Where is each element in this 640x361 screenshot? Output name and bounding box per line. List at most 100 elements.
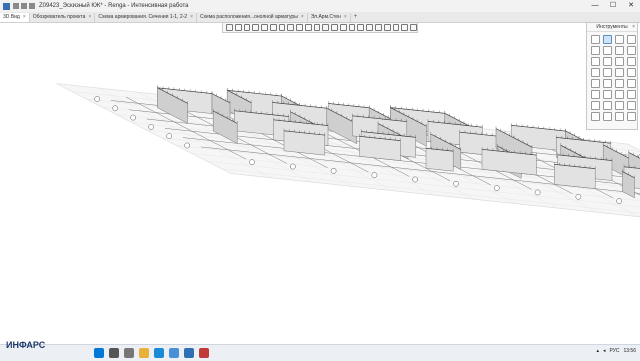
pan-icon[interactable] — [243, 24, 251, 31]
export-icon[interactable] — [383, 24, 391, 31]
tool-button[interactable] — [627, 90, 636, 99]
camera-icon[interactable] — [269, 24, 277, 31]
edge-icon[interactable] — [154, 348, 164, 358]
tool-button[interactable] — [615, 79, 624, 88]
orbit-icon[interactable] — [234, 24, 242, 31]
tool-button[interactable] — [603, 79, 612, 88]
tab-close-icon[interactable]: × — [23, 13, 26, 22]
tool-button[interactable] — [603, 68, 612, 77]
layers-icon[interactable] — [322, 24, 330, 31]
tool-button[interactable] — [591, 68, 600, 77]
tab-layout-scheme[interactable]: Схема расположения...онолной арматуры × — [197, 13, 308, 22]
fit-view-icon[interactable] — [261, 24, 268, 31]
clock[interactable]: 13:56 — [623, 348, 636, 354]
axis-bubble — [412, 176, 419, 183]
tab-reinforcement-scheme[interactable]: Схема армирования. Сечения 1-1, 2-2 × — [95, 13, 197, 22]
tool-button[interactable] — [591, 35, 600, 44]
tool-button[interactable] — [627, 79, 636, 88]
tab-label: Эл.Арм.Стен — [310, 14, 341, 20]
tool-button[interactable] — [615, 35, 624, 44]
axis-bubble — [112, 105, 119, 112]
mail-icon[interactable] — [169, 348, 179, 358]
undo-icon[interactable] — [21, 3, 27, 9]
tool-button[interactable] — [615, 68, 624, 77]
search-icon[interactable] — [109, 348, 119, 358]
tool-button[interactable] — [591, 112, 600, 121]
select-icon[interactable] — [226, 24, 233, 31]
eyedropper-icon[interactable] — [410, 24, 417, 31]
maximize-button[interactable]: ☐ — [604, 0, 622, 12]
keyboard-language[interactable]: РУС — [609, 348, 619, 354]
tool-button[interactable] — [591, 46, 600, 55]
axis-bubble — [534, 189, 541, 196]
tool-button[interactable] — [603, 101, 612, 110]
tools-panel-close-icon[interactable]: × — [632, 23, 635, 31]
hide-icon[interactable] — [287, 24, 295, 31]
tool-button[interactable] — [615, 101, 624, 110]
tool-button[interactable] — [591, 90, 600, 99]
isolate-icon[interactable] — [296, 24, 303, 31]
redo-icon[interactable] — [29, 3, 35, 9]
tab-close-icon[interactable]: × — [344, 13, 347, 22]
grid-icon[interactable] — [313, 24, 321, 31]
renga-icon[interactable] — [184, 348, 194, 358]
tool-button[interactable] — [615, 57, 624, 66]
taskbar-icons — [94, 348, 209, 358]
properties-icon[interactable] — [366, 24, 374, 31]
3d-viewport[interactable]: БВГД — [0, 34, 640, 340]
taskbar: ▴ ◂ РУС 13:56 — [0, 344, 640, 361]
app-icon[interactable] — [199, 348, 209, 358]
tool-button[interactable] — [627, 68, 636, 77]
tab-close-icon[interactable]: × — [301, 13, 304, 22]
tab-close-icon[interactable]: × — [88, 13, 91, 22]
windows-start-icon[interactable] — [94, 348, 104, 358]
tab-label: Схема армирования. Сечения 1-1, 2-2 — [98, 14, 188, 20]
tool-button[interactable] — [615, 90, 624, 99]
volume-icon[interactable]: ◂ — [603, 348, 606, 354]
minimize-button[interactable]: — — [586, 0, 604, 12]
tool-button[interactable] — [603, 112, 612, 121]
tool-button[interactable] — [615, 112, 624, 121]
filter-icon[interactable] — [339, 24, 347, 31]
model-view[interactable]: БВГД — [0, 34, 640, 340]
save-icon[interactable] — [13, 3, 19, 9]
pencil-icon[interactable] — [401, 24, 409, 31]
tab-wall-reinforcement[interactable]: Эл.Арм.Стен × — [308, 13, 351, 22]
tool-button[interactable] — [603, 57, 612, 66]
close-button[interactable]: ✕ — [622, 0, 640, 12]
tool-button[interactable] — [603, 35, 612, 44]
section-icon[interactable] — [278, 24, 286, 31]
tool-button[interactable] — [627, 101, 636, 110]
zoom-icon[interactable] — [252, 24, 260, 31]
axis-bubble — [94, 96, 101, 102]
wifi-icon[interactable]: ▴ — [596, 348, 599, 354]
tool-button[interactable] — [615, 46, 624, 55]
tool-button[interactable] — [591, 79, 600, 88]
tool-button[interactable] — [591, 57, 600, 66]
tool-button[interactable] — [603, 90, 612, 99]
tool-button[interactable] — [627, 35, 636, 44]
print-icon[interactable] — [375, 24, 382, 31]
settings-icon[interactable] — [392, 24, 400, 31]
tab-label: Схема расположения...онолной арматуры — [199, 14, 298, 20]
visual-style-icon[interactable] — [304, 24, 312, 31]
tab-project-browser[interactable]: Обозреватель проекта × — [30, 13, 96, 22]
tab-3d-view[interactable]: 3D Вид × — [0, 13, 30, 22]
axis-bubble — [130, 114, 137, 121]
axis-bubble — [148, 124, 155, 130]
measure-icon[interactable] — [331, 24, 338, 31]
snap-icon[interactable] — [357, 24, 365, 31]
title-bar: Z09423_Эскизный КЖ* - Renga - Интенсивна… — [0, 0, 640, 12]
tool-button[interactable] — [627, 112, 636, 121]
tab-close-icon[interactable]: × — [190, 13, 193, 22]
tool-button[interactable] — [591, 101, 600, 110]
axis-bubble — [330, 167, 337, 174]
tool-button[interactable] — [627, 46, 636, 55]
lock-icon[interactable] — [348, 24, 356, 31]
file-explorer-icon[interactable] — [139, 348, 149, 358]
add-tab-button[interactable]: + — [351, 13, 361, 22]
axis-bubble — [249, 159, 255, 166]
tool-button[interactable] — [627, 57, 636, 66]
tool-button[interactable] — [603, 46, 612, 55]
task-view-icon[interactable] — [124, 348, 134, 358]
